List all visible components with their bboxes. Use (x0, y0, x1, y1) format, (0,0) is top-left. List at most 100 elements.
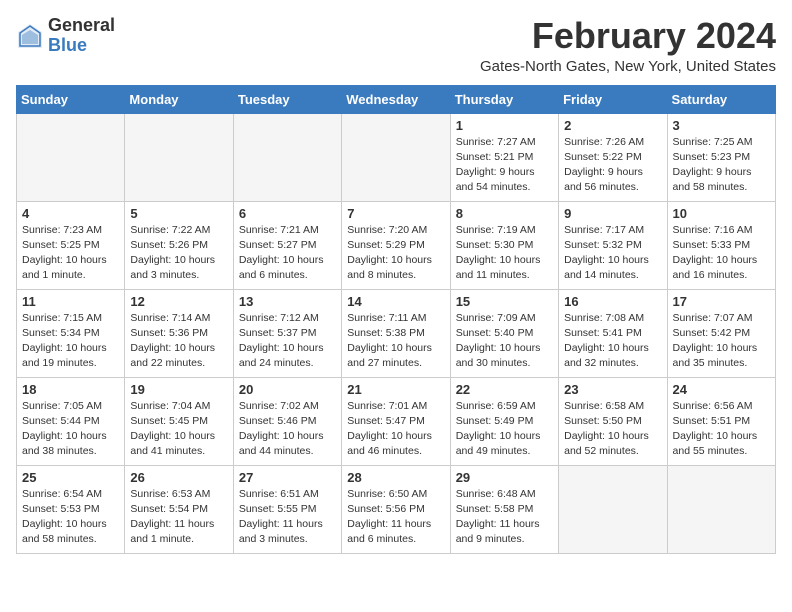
day-cell: 19 Sunrise: 7:04 AMSunset: 5:45 PMDayligh… (125, 377, 233, 465)
day-number: 21 (347, 382, 444, 397)
day-cell: 2 Sunrise: 7:26 AMSunset: 5:22 PMDaylight… (559, 113, 667, 201)
day-number: 14 (347, 294, 444, 309)
page-header: General Blue February 2024 Gates-North G… (16, 16, 776, 75)
calendar-body: 1Sunrise: 7:27 AMSunset: 5:21 PMDaylight… (17, 113, 776, 553)
calendar-table: SundayMondayTuesdayWednesdayThursdayFrid… (16, 85, 776, 554)
day-cell: 18 Sunrise: 7:05 AMSunset: 5:44 PMDayligh… (17, 377, 125, 465)
day-info: Sunrise: 7:04 AMSunset: 5:45 PMDaylight:… (130, 399, 227, 460)
day-number: 24 (673, 382, 770, 397)
day-number: 16 (564, 294, 661, 309)
day-info: Sunrise: 7:12 AMSunset: 5:37 PMDaylight:… (239, 311, 336, 372)
day-cell: 3Sunrise: 7:25 AMSunset: 5:23 PMDaylight… (667, 113, 775, 201)
logo-text: General Blue (48, 16, 115, 56)
week-row-3: 11 Sunrise: 7:15 AMSunset: 5:34 PMDayligh… (17, 289, 776, 377)
day-number: 4 (22, 206, 119, 221)
day-number: 27 (239, 470, 336, 485)
day-info: Sunrise: 6:56 AMSunset: 5:51 PMDaylight:… (673, 399, 770, 460)
col-header-thursday: Thursday (450, 85, 558, 113)
day-number: 29 (456, 470, 553, 485)
logo-general-text: General (48, 16, 115, 36)
day-cell: 8Sunrise: 7:19 AMSunset: 5:30 PMDaylight… (450, 201, 558, 289)
day-number: 22 (456, 382, 553, 397)
day-number: 12 (130, 294, 227, 309)
day-info: Sunrise: 6:59 AMSunset: 5:49 PMDaylight:… (456, 399, 553, 460)
day-cell: 28 Sunrise: 6:50 AMSunset: 5:56 PMDayligh… (342, 465, 450, 553)
week-row-5: 25 Sunrise: 6:54 AMSunset: 5:53 PMDayligh… (17, 465, 776, 553)
day-info: Sunrise: 7:09 AMSunset: 5:40 PMDaylight:… (456, 311, 553, 372)
day-cell: 21 Sunrise: 7:01 AMSunset: 5:47 PMDayligh… (342, 377, 450, 465)
col-header-sunday: Sunday (17, 85, 125, 113)
day-cell (233, 113, 341, 201)
day-info: Sunrise: 6:53 AMSunset: 5:54 PMDaylight:… (130, 487, 227, 548)
day-number: 26 (130, 470, 227, 485)
day-number: 20 (239, 382, 336, 397)
day-cell: 23 Sunrise: 6:58 AMSunset: 5:50 PMDayligh… (559, 377, 667, 465)
day-cell (17, 113, 125, 201)
day-info: Sunrise: 7:20 AMSunset: 5:29 PMDaylight:… (347, 223, 444, 284)
day-number: 1 (456, 118, 553, 133)
month-title: February 2024 (480, 16, 776, 56)
day-info: Sunrise: 7:05 AMSunset: 5:44 PMDaylight:… (22, 399, 119, 460)
day-number: 10 (673, 206, 770, 221)
day-info: Sunrise: 7:23 AMSunset: 5:25 PMDaylight:… (22, 223, 119, 284)
day-info: Sunrise: 7:01 AMSunset: 5:47 PMDaylight:… (347, 399, 444, 460)
day-info: Sunrise: 6:54 AMSunset: 5:53 PMDaylight:… (22, 487, 119, 548)
day-cell: 25 Sunrise: 6:54 AMSunset: 5:53 PMDayligh… (17, 465, 125, 553)
day-cell: 15Sunrise: 7:09 AMSunset: 5:40 PMDayligh… (450, 289, 558, 377)
week-row-4: 18 Sunrise: 7:05 AMSunset: 5:44 PMDayligh… (17, 377, 776, 465)
day-cell: 22 Sunrise: 6:59 AMSunset: 5:49 PMDayligh… (450, 377, 558, 465)
day-info: Sunrise: 7:17 AMSunset: 5:32 PMDaylight:… (564, 223, 661, 284)
day-info: Sunrise: 6:58 AMSunset: 5:50 PMDaylight:… (564, 399, 661, 460)
day-cell: 9Sunrise: 7:17 AMSunset: 5:32 PMDaylight… (559, 201, 667, 289)
day-number: 11 (22, 294, 119, 309)
col-header-friday: Friday (559, 85, 667, 113)
day-number: 28 (347, 470, 444, 485)
day-number: 13 (239, 294, 336, 309)
day-cell: 27Sunrise: 6:51 AMSunset: 5:55 PMDayligh… (233, 465, 341, 553)
day-number: 25 (22, 470, 119, 485)
logo: General Blue (16, 16, 115, 56)
day-cell (559, 465, 667, 553)
title-block: February 2024 Gates-North Gates, New Yor… (480, 16, 776, 75)
day-cell: 24 Sunrise: 6:56 AMSunset: 5:51 PMDayligh… (667, 377, 775, 465)
col-header-monday: Monday (125, 85, 233, 113)
col-header-saturday: Saturday (667, 85, 775, 113)
day-cell: 11 Sunrise: 7:15 AMSunset: 5:34 PMDayligh… (17, 289, 125, 377)
day-cell: 5Sunrise: 7:22 AMSunset: 5:26 PMDaylight… (125, 201, 233, 289)
day-cell: 26 Sunrise: 6:53 AMSunset: 5:54 PMDayligh… (125, 465, 233, 553)
day-info: Sunrise: 6:48 AMSunset: 5:58 PMDaylight:… (456, 487, 553, 548)
day-cell: 14Sunrise: 7:11 AMSunset: 5:38 PMDayligh… (342, 289, 450, 377)
day-cell: 16 Sunrise: 7:08 AMSunset: 5:41 PMDayligh… (559, 289, 667, 377)
day-cell (342, 113, 450, 201)
col-header-tuesday: Tuesday (233, 85, 341, 113)
logo-icon (16, 22, 44, 50)
day-cell: 7 Sunrise: 7:20 AMSunset: 5:29 PMDaylight… (342, 201, 450, 289)
day-info: Sunrise: 7:19 AMSunset: 5:30 PMDaylight:… (456, 223, 553, 284)
day-info: Sunrise: 7:07 AMSunset: 5:42 PMDaylight:… (673, 311, 770, 372)
day-number: 18 (22, 382, 119, 397)
day-cell (125, 113, 233, 201)
day-info: Sunrise: 7:08 AMSunset: 5:41 PMDaylight:… (564, 311, 661, 372)
day-info: Sunrise: 7:15 AMSunset: 5:34 PMDaylight:… (22, 311, 119, 372)
day-number: 17 (673, 294, 770, 309)
day-info: Sunrise: 7:02 AMSunset: 5:46 PMDaylight:… (239, 399, 336, 460)
calendar-header: SundayMondayTuesdayWednesdayThursdayFrid… (17, 85, 776, 113)
day-number: 23 (564, 382, 661, 397)
day-number: 7 (347, 206, 444, 221)
location-text: Gates-North Gates, New York, United Stat… (480, 58, 776, 75)
day-cell: 17 Sunrise: 7:07 AMSunset: 5:42 PMDayligh… (667, 289, 775, 377)
day-cell: 10Sunrise: 7:16 AMSunset: 5:33 PMDayligh… (667, 201, 775, 289)
day-number: 19 (130, 382, 227, 397)
day-cell (667, 465, 775, 553)
day-cell: 13 Sunrise: 7:12 AMSunset: 5:37 PMDayligh… (233, 289, 341, 377)
day-cell: 6Sunrise: 7:21 AMSunset: 5:27 PMDaylight… (233, 201, 341, 289)
day-number: 3 (673, 118, 770, 133)
day-number: 2 (564, 118, 661, 133)
header-row: SundayMondayTuesdayWednesdayThursdayFrid… (17, 85, 776, 113)
day-info: Sunrise: 7:26 AMSunset: 5:22 PMDaylight:… (564, 135, 661, 196)
week-row-2: 4 Sunrise: 7:23 AMSunset: 5:25 PMDaylight… (17, 201, 776, 289)
logo-blue-text: Blue (48, 36, 115, 56)
day-cell: 4 Sunrise: 7:23 AMSunset: 5:25 PMDaylight… (17, 201, 125, 289)
day-cell: 29 Sunrise: 6:48 AMSunset: 5:58 PMDayligh… (450, 465, 558, 553)
day-info: Sunrise: 6:50 AMSunset: 5:56 PMDaylight:… (347, 487, 444, 548)
